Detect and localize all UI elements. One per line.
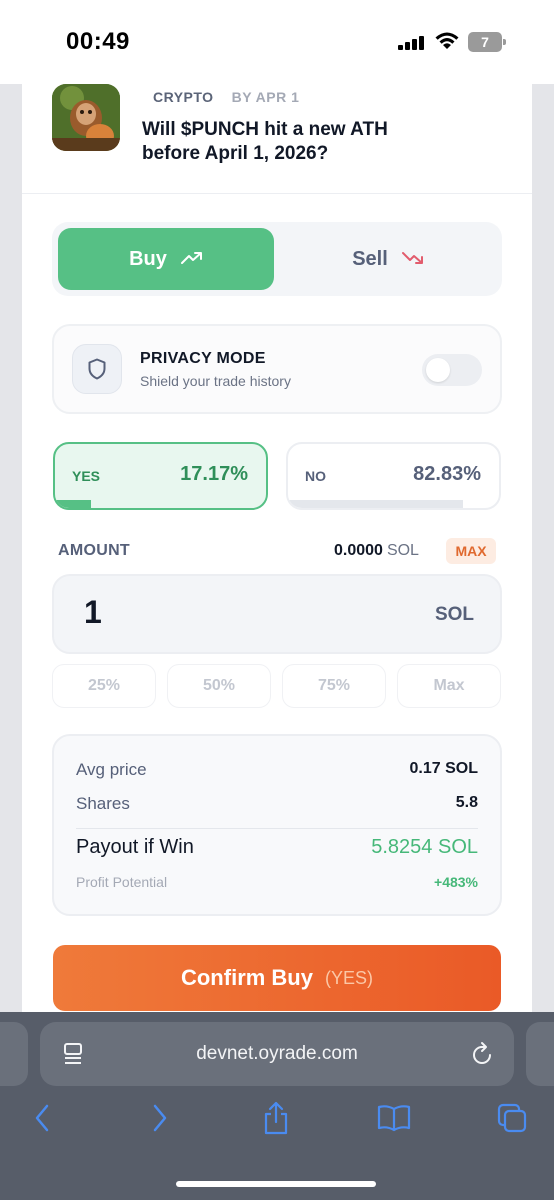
confirm-label: Confirm Buy [180,965,313,990]
summary-divider [76,828,478,829]
max-button[interactable]: MAX [446,538,496,564]
profit-label: Profit Potential [76,874,168,890]
quick-max-button[interactable]: Max [397,664,501,708]
shares-value: 5.8 [455,794,478,811]
address-bar[interactable]: devnet.oyrade.com [40,1022,514,1086]
outcome-yes-label: YES [72,468,101,484]
bookmarks-icon[interactable] [374,1098,414,1138]
avg-price-label: Avg price [76,760,147,779]
balance-unit: SOL [386,542,419,559]
previous-tab-peek[interactable] [0,1022,28,1086]
outcome-no-bar [288,500,463,508]
reload-icon[interactable] [470,1041,494,1072]
avg-price-value: 0.17 SOL [409,760,478,777]
status-bar: 00:49 7 [0,0,554,84]
outcome-no-label: NO [305,468,326,484]
quick-amount-buttons: 25% 50% 75% Max [52,664,502,708]
shield-icon [72,344,122,394]
buy-tab[interactable]: Buy [58,228,274,290]
amount-value: 1 [84,594,102,630]
trade-panel: CRYPTO BY APR 1 Will $PUNCH hit a new ATH… [22,84,532,1014]
confirm-buy-button[interactable]: Confirm Buy (YES) [53,945,501,1011]
payout-value: 5.8254 SOL [371,836,478,858]
amount-input[interactable]: 1 SOL [52,574,502,654]
page-gutter-left [0,84,22,1014]
quick-50-button[interactable]: 50% [167,664,271,708]
market-image [52,84,120,151]
buy-sell-toggle: Buy Sell [52,222,502,296]
battery-level: 7 [468,32,502,52]
privacy-subtitle: Shield your trade history [140,373,291,389]
payout-label: Payout if Win [76,836,194,858]
confirm-outcome: (YES) [324,967,373,988]
quick-75-button[interactable]: 75% [282,664,386,708]
buy-tab-label: Buy [129,247,167,270]
tabs-icon[interactable] [492,1098,532,1138]
status-time: 00:49 [66,28,130,55]
privacy-mode-card: PRIVACY MODE Shield your trade history [52,324,502,414]
outcome-no-percent: 82.83% [413,463,481,485]
url-text: devnet.oyrade.com [196,1043,358,1064]
amount-unit: SOL [434,604,474,625]
balance-value: 0.0000 [334,542,383,559]
page-gutter-right [532,84,554,1014]
privacy-toggle-knob [426,358,450,382]
market-deadline: BY APR 1 [231,89,300,105]
market-category: CRYPTO [153,89,214,105]
next-tab-peek[interactable] [526,1022,554,1086]
browser-toolbar: devnet.oyrade.com [0,1012,554,1200]
market-meta: CRYPTO BY APR 1 [153,89,299,105]
privacy-title: PRIVACY MODE [140,350,266,367]
back-icon[interactable] [22,1098,62,1138]
outcome-yes-percent: 17.17% [180,463,248,485]
share-icon[interactable] [256,1098,296,1138]
profit-value: +483% [434,874,478,890]
sell-tab[interactable]: Sell [280,228,496,290]
sell-tab-label: Sell [352,247,388,270]
browser-nav [0,1098,554,1148]
trending-up-icon [180,248,203,271]
wifi-icon [434,31,460,51]
quick-25-button[interactable]: 25% [52,664,156,708]
forward-icon[interactable] [140,1098,180,1138]
market-title: Will $PUNCH hit a new ATH before April 1… [142,119,388,164]
outcome-yes-bar [55,500,92,508]
outcome-yes[interactable]: YES 17.17% [53,442,268,510]
market-header: CRYPTO BY APR 1 Will $PUNCH hit a new ATH… [22,84,532,194]
trade-summary: Avg price 0.17 SOL Shares 5.8 Payout if … [52,734,502,916]
signal-icon [398,36,426,50]
shares-label: Shares [76,794,130,813]
privacy-toggle[interactable] [422,354,482,386]
amount-label: AMOUNT [58,542,131,559]
home-indicator [176,1181,376,1187]
trending-down-icon [401,248,424,271]
outcome-no[interactable]: NO 82.83% [286,442,501,510]
wallet-balance: 0.0000 SOL [334,542,419,560]
battery-icon: 7 [468,32,506,52]
